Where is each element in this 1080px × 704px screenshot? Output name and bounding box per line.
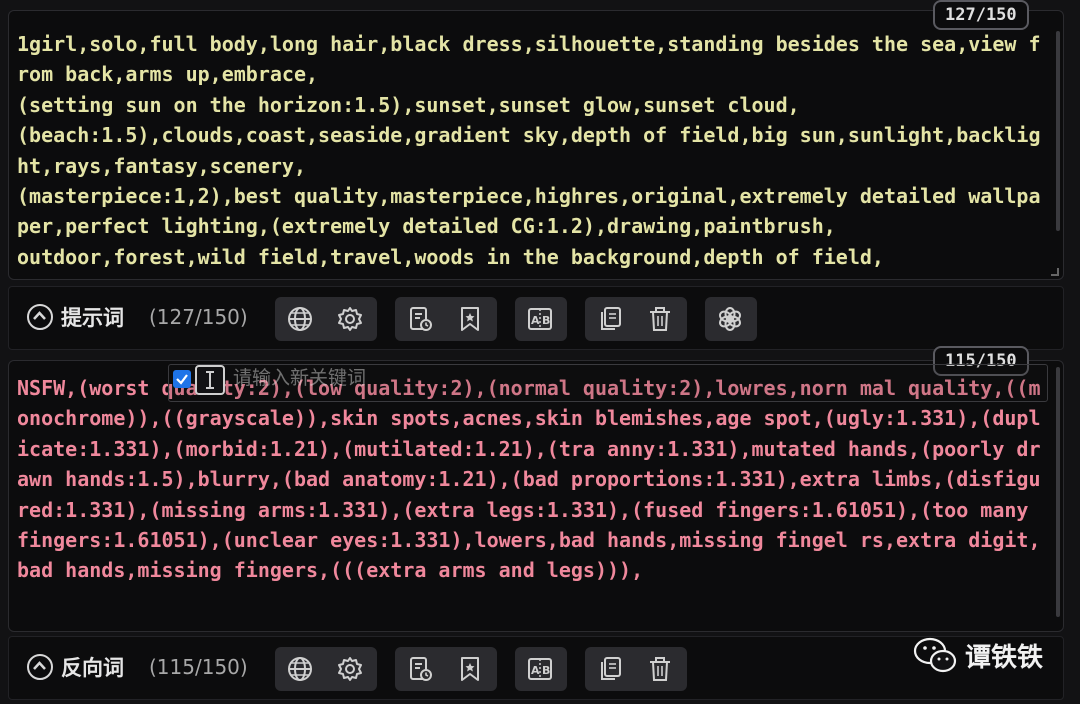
- text-cursor-icon[interactable]: [195, 365, 225, 395]
- positive-scrollbar[interactable]: [1056, 31, 1060, 231]
- globe-icon[interactable]: [275, 647, 325, 691]
- negative-prompt-textarea[interactable]: NSFW,(worst quality:2),(low quality:2),(…: [17, 373, 1049, 586]
- gear-icon[interactable]: [325, 297, 375, 341]
- svg-text:A: A: [531, 664, 540, 677]
- positive-group-history: [395, 297, 497, 341]
- positive-toolbar-label: 提示词: [61, 306, 124, 330]
- positive-group-settings: [275, 297, 377, 341]
- negative-group-edit: [585, 647, 687, 691]
- svg-text:A: A: [531, 314, 540, 327]
- negative-group-translate: AB: [515, 647, 567, 691]
- copy-icon[interactable]: [585, 297, 635, 341]
- positive-group-translate: AB: [515, 297, 567, 341]
- openai-icon[interactable]: [705, 297, 755, 341]
- negative-group-history: [395, 647, 497, 691]
- translate-icon[interactable]: AB: [515, 647, 565, 691]
- trash-icon[interactable]: [635, 297, 685, 341]
- negative-toolbar-count: (115/150): [149, 655, 248, 679]
- history-icon[interactable]: [395, 297, 445, 341]
- history-icon[interactable]: [395, 647, 445, 691]
- bookmark-icon[interactable]: [445, 647, 495, 691]
- trash-icon[interactable]: [635, 647, 685, 691]
- svg-text:B: B: [542, 314, 550, 327]
- keyword-checkbox[interactable]: [173, 370, 191, 388]
- bookmark-icon[interactable]: [445, 297, 495, 341]
- positive-prompt-panel: 1girl,solo,full body,long hair,black dre…: [8, 10, 1064, 280]
- translate-icon[interactable]: AB: [515, 297, 565, 341]
- positive-toolbar: 提示词 (127/150) AB: [8, 286, 1064, 350]
- watermark-name: 谭铁铁: [965, 642, 1044, 673]
- keyword-input[interactable]: 请输入新关键词: [233, 363, 366, 390]
- positive-resize-handle[interactable]: [1051, 268, 1059, 276]
- positive-toolbar-count: (127/150): [149, 305, 248, 329]
- watermark: 谭铁铁: [913, 636, 1043, 674]
- negative-scrollbar[interactable]: [1056, 367, 1060, 617]
- wechat-icon: [913, 637, 957, 673]
- positive-group-edit: [585, 297, 687, 341]
- collapse-icon[interactable]: [27, 654, 53, 680]
- positive-prompt-textarea[interactable]: 1girl,solo,full body,long hair,black dre…: [17, 29, 1049, 272]
- negative-toolbar: 反向词 (115/150) AB: [8, 636, 1064, 700]
- svg-text:B: B: [542, 664, 550, 677]
- negative-group-settings: [275, 647, 377, 691]
- copy-icon[interactable]: [585, 647, 635, 691]
- collapse-icon[interactable]: [27, 304, 53, 330]
- positive-group-ai: [705, 297, 757, 341]
- globe-icon[interactable]: [275, 297, 325, 341]
- negative-toolbar-label: 反向词: [61, 656, 124, 680]
- gear-icon[interactable]: [325, 647, 375, 691]
- keyword-overlay: 请输入新关键词: [168, 364, 1048, 402]
- positive-counter-badge: 127/150: [933, 0, 1029, 30]
